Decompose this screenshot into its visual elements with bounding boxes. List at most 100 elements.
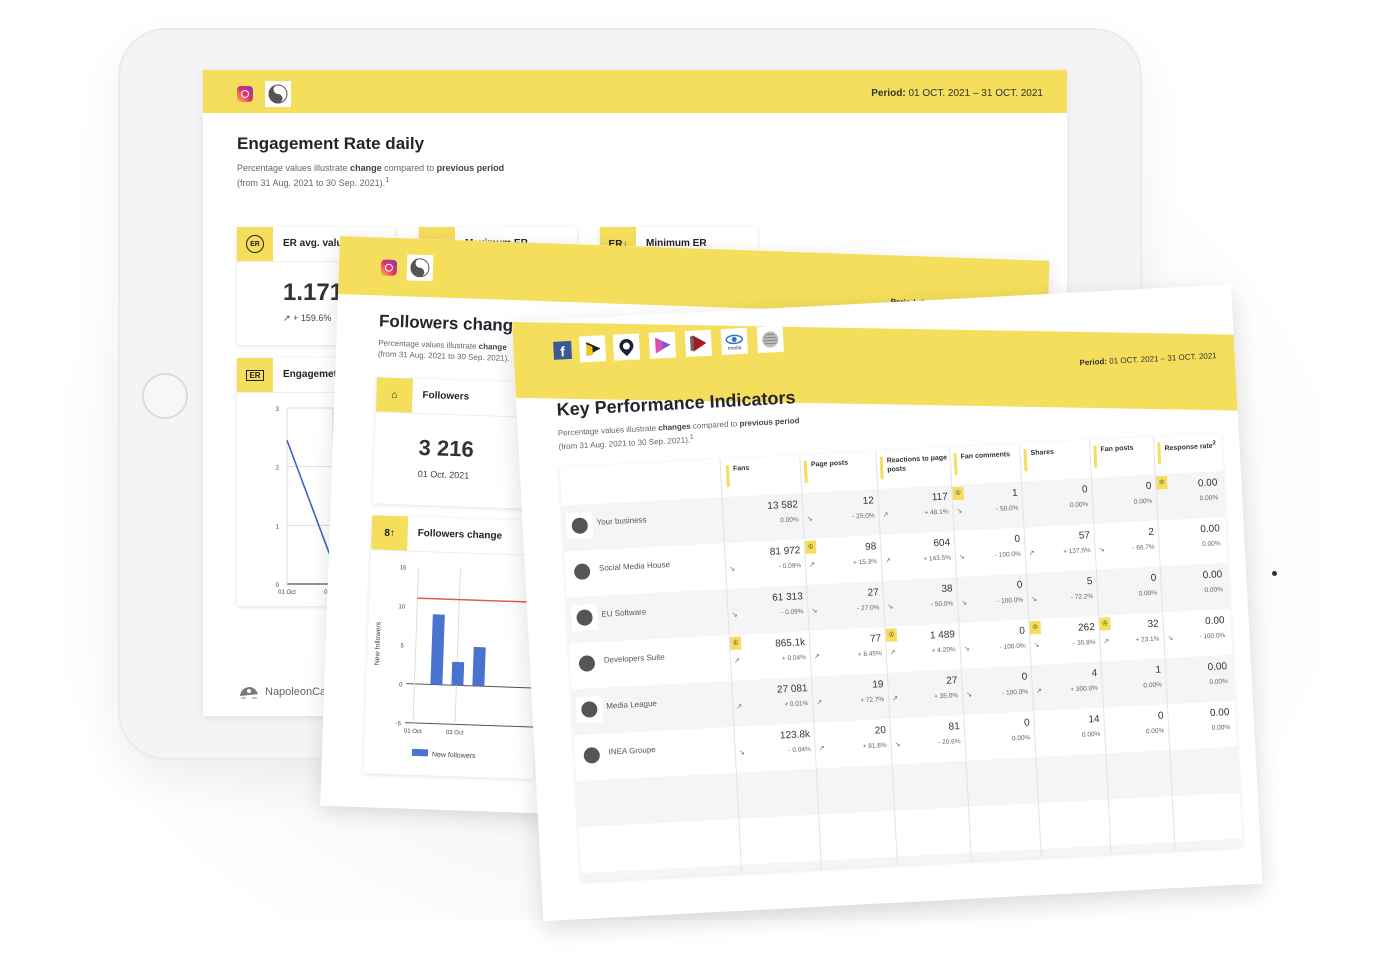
page-title: Engagement Rate daily xyxy=(237,134,425,153)
card-title: Followers xyxy=(422,389,470,403)
gridline xyxy=(406,683,537,689)
column-header-page-posts[interactable]: Page posts xyxy=(804,457,873,470)
brand-logo xyxy=(568,558,596,586)
developers-suite-logo xyxy=(684,329,713,357)
gridline xyxy=(411,567,541,572)
trend-up-icon: ↗ xyxy=(1035,687,1043,696)
kpi-cell: 5 - 72.2% ↘ xyxy=(1026,570,1098,620)
trend-up-icon: ↗ xyxy=(816,699,823,707)
subtitle-dates: (from 31 Aug. 2021 to 30 Sep. 2021). xyxy=(377,349,510,363)
award-badge-icon: ♔ xyxy=(1029,620,1042,635)
kpi-change: + 15.3% xyxy=(852,558,878,567)
trend-up-icon: ↗ xyxy=(813,653,821,661)
y-tick-label: 0 xyxy=(399,682,403,688)
trend-down-icon: ↘ xyxy=(887,603,894,611)
y-tick-label: -5 xyxy=(396,721,402,727)
column-header-fan-posts[interactable]: Fan posts xyxy=(1093,442,1160,454)
kpi-change: 0.00% xyxy=(1145,727,1165,736)
brand-name: EU Software xyxy=(601,607,647,619)
brand-name: Media League xyxy=(605,698,658,711)
brand-name: Your business xyxy=(596,515,647,527)
x-tick-label: 03 Oct xyxy=(446,730,464,737)
tablet-home-button[interactable] xyxy=(142,373,188,419)
brand-logo xyxy=(566,512,594,540)
kpi-change: - 100.0% xyxy=(994,550,1022,560)
trend-down-icon: ↘ xyxy=(961,599,968,607)
kpi-value: 604 xyxy=(933,537,951,550)
er-circle-icon: ER xyxy=(237,227,273,261)
kpi-value: 20 xyxy=(874,724,887,737)
kpi-value: 81 xyxy=(948,721,961,733)
page-title: Followers change xyxy=(378,311,523,336)
award-badge-icon: ♔ xyxy=(1155,475,1168,490)
brand-logo xyxy=(573,649,601,678)
kpi-value: 0.00 xyxy=(1207,661,1228,674)
social-media-house-logo xyxy=(612,333,641,361)
trend-down-icon: ↘ xyxy=(1033,641,1040,650)
page-subtitle: Percentage values illustrate changes com… xyxy=(558,415,801,452)
kpi-change: 0.00% xyxy=(1211,723,1231,732)
kpi-cell: 0.00 - 100.0% ↘ xyxy=(1162,609,1230,658)
kpi-change: + 35.0% xyxy=(933,692,959,701)
bar-new-followers xyxy=(472,646,486,687)
y-tick-label: 3 xyxy=(276,407,280,413)
kpi-change: + 137.5% xyxy=(1062,547,1091,556)
change-value: + 159.6% xyxy=(293,313,332,323)
instagram-icon xyxy=(380,259,398,277)
page-subtitle: Percentage values illustrate change comp… xyxy=(237,163,504,189)
kpi-cell: ♔ 1 - 50.0% ↘ xyxy=(951,482,1023,532)
subtitle-bold: change xyxy=(350,163,382,173)
legend-swatch xyxy=(411,748,429,757)
kpi-cell: 19 + 72.7% ↗ xyxy=(811,673,889,723)
kpi-value: 77 xyxy=(869,633,882,645)
trend-down-icon: ↘ xyxy=(965,691,973,699)
subtitle-bold: previous period xyxy=(739,416,800,429)
kpi-change: - 25.0% xyxy=(852,512,875,521)
award-badge-icon: ♔ xyxy=(885,628,898,642)
kpi-value: 0 xyxy=(1014,533,1021,545)
kpi-value: 117 xyxy=(931,491,949,504)
kpi-change: - 0.09% xyxy=(778,562,802,571)
trend-up-icon: ↗ xyxy=(283,313,291,323)
column-header-response-rate[interactable]: Response rate2 xyxy=(1157,439,1225,454)
kpi-value: 1 xyxy=(1155,664,1162,676)
award-badge-icon: ♔ xyxy=(952,486,964,501)
yin-yang-brand-logo xyxy=(406,254,434,282)
kpi-cell: 0 0.00% xyxy=(1103,704,1169,753)
kpi-change: - 35.8% xyxy=(1073,638,1096,648)
subtitle-bold: previous period xyxy=(436,163,505,173)
kpi-cell: 0 - 100.0% ↘ xyxy=(958,619,1030,669)
column-header-reactions[interactable]: Reactions to page posts xyxy=(880,453,950,475)
kpi-cell: 0.00 0.00% xyxy=(1160,563,1228,612)
kpi-change: 0.00% xyxy=(1011,734,1031,743)
trend-up-icon: ↗ xyxy=(733,657,741,665)
trend-down-icon: ↘ xyxy=(731,611,738,619)
period-label: Period: 01 OCT. 2021 – 31 OCT. 2021 xyxy=(871,88,1043,99)
kpi-value: 14 xyxy=(1088,713,1100,726)
kpi-cell: ♔ 0.00 0.00% xyxy=(1155,471,1223,520)
kpi-value: 0 xyxy=(1081,484,1088,496)
kpi-cell: 0 0.00% xyxy=(1021,478,1093,528)
yin-yang-brand-logo xyxy=(265,81,291,107)
y-axis-label: New followers xyxy=(374,621,383,665)
trend-up-icon: ↗ xyxy=(884,557,892,565)
x-gridline xyxy=(454,568,461,725)
kpi-change: 0.00% xyxy=(1138,589,1158,598)
kpi-value: 0 xyxy=(1157,710,1164,722)
kpi-value: 61 313 xyxy=(771,591,804,604)
kpi-cell: ♔ 262 - 35.8% ↘ xyxy=(1028,616,1100,666)
brand-name: INEA Groupe xyxy=(608,745,656,757)
kpi-cell: 0 0.00% xyxy=(963,711,1035,761)
column-header-shares[interactable]: Shares xyxy=(1023,446,1090,458)
trend-up-icon: ↗ xyxy=(1028,549,1035,558)
period-value: 01 OCT. 2021 – 31 OCT. 2021 xyxy=(908,88,1043,99)
column-header-fans[interactable]: Fans xyxy=(726,462,793,474)
kpi-change: - 50.0% xyxy=(930,600,954,609)
er-average-value: 1.171 xyxy=(283,279,344,306)
gridline xyxy=(408,645,538,650)
trend-down-icon: ↘ xyxy=(956,507,963,515)
kpi-cell: 81 972 - 0.09% ↘ xyxy=(724,539,806,589)
column-header-fan-comments[interactable]: Fan comments xyxy=(953,450,1020,462)
kpi-cell: 0.00 0.00% xyxy=(1164,655,1232,704)
trend-down-icon: ↘ xyxy=(963,645,970,653)
